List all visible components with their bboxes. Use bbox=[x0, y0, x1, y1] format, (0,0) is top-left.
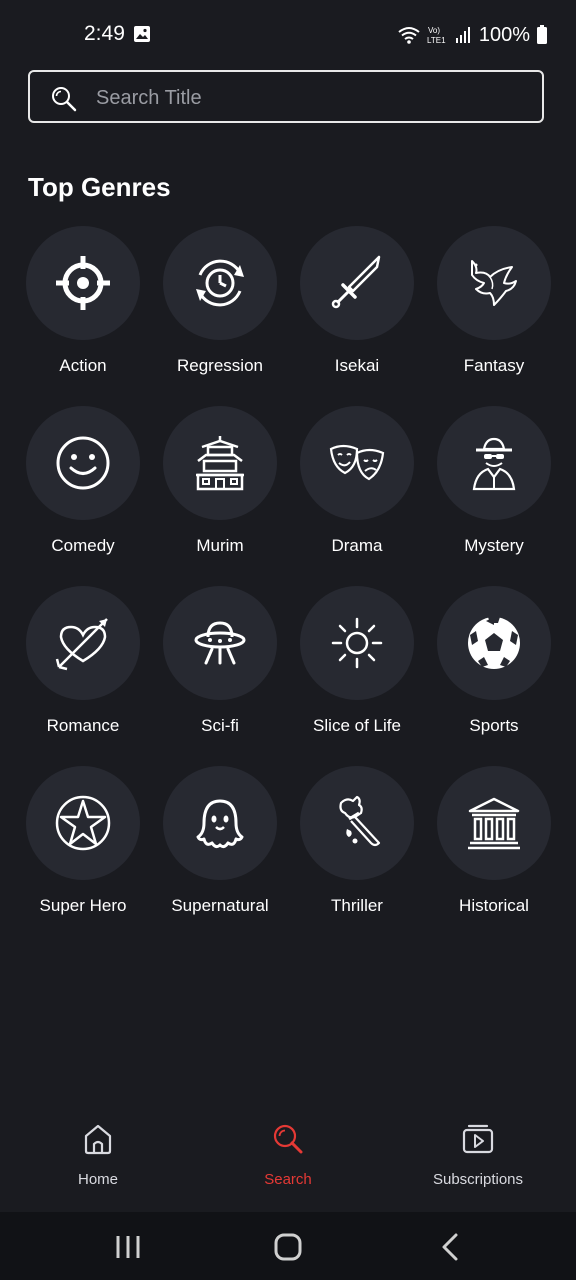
genre-label: Slice of Life bbox=[313, 716, 401, 735]
genre-circle bbox=[300, 226, 414, 340]
genre-thriller[interactable]: Thriller bbox=[287, 764, 427, 944]
nav-home-label: Home bbox=[77, 1171, 118, 1188]
search-icon bbox=[52, 87, 77, 112]
dragon-icon bbox=[471, 260, 517, 306]
genre-supernatural[interactable]: Supernatural bbox=[150, 764, 290, 944]
genre-fantasy[interactable]: Fantasy bbox=[424, 224, 564, 404]
battery-icon bbox=[537, 25, 547, 44]
genre-label: Historical bbox=[459, 896, 529, 915]
genre-label: Super Hero bbox=[39, 896, 127, 915]
genre-label: Mystery bbox=[464, 536, 524, 555]
sun-icon bbox=[331, 617, 383, 669]
genre-isekai[interactable]: Isekai bbox=[287, 224, 427, 404]
genre-comedy[interactable]: Comedy bbox=[13, 404, 153, 584]
genre-circle bbox=[300, 586, 414, 700]
genre-label: Sports bbox=[469, 716, 519, 735]
section-title: Top Genres bbox=[28, 172, 171, 202]
genre-slice-of-life[interactable]: Slice of Life bbox=[287, 584, 427, 764]
lte-icon: Vo) LTE1 bbox=[427, 26, 446, 45]
status-time: 2:49 bbox=[84, 22, 125, 45]
genre-circle bbox=[163, 226, 277, 340]
genre-label: Fantasy bbox=[463, 356, 525, 375]
genre-historical[interactable]: Historical bbox=[424, 764, 564, 944]
gallery-notification-icon bbox=[134, 26, 150, 42]
genre-circle bbox=[163, 406, 277, 520]
heart-arrow-icon bbox=[55, 618, 108, 671]
genre-mystery[interactable]: Mystery bbox=[424, 404, 564, 584]
genre-murim[interactable]: Murim bbox=[150, 404, 290, 584]
battery-percent: 100% bbox=[478, 23, 530, 46]
genre-circle bbox=[26, 586, 140, 700]
genre-action[interactable]: Action bbox=[13, 224, 153, 404]
home-icon bbox=[84, 1124, 112, 1155]
genre-circle bbox=[437, 586, 551, 700]
museum-icon bbox=[468, 797, 520, 850]
genre-romance[interactable]: Romance bbox=[13, 584, 153, 764]
status-bar: 2:49 Vo) LTE1 100% bbox=[0, 0, 576, 70]
genre-super-hero[interactable]: Super Hero bbox=[13, 764, 153, 944]
nav-home[interactable]: Home bbox=[8, 1122, 188, 1212]
status-icons: Vo) LTE1 100% bbox=[397, 22, 548, 48]
search-placeholder: Search Title bbox=[96, 87, 202, 109]
theater-masks-icon bbox=[329, 444, 385, 481]
genre-circle bbox=[26, 226, 140, 340]
signal-icon bbox=[455, 27, 470, 43]
svg-text:Vo): Vo) bbox=[428, 26, 440, 35]
genre-label: Thriller bbox=[331, 896, 383, 915]
genre-circle bbox=[300, 766, 414, 880]
knife-hand-icon bbox=[339, 795, 381, 847]
crosshair-icon bbox=[56, 256, 110, 310]
genre-regression[interactable]: Regression bbox=[150, 224, 290, 404]
ghost-icon bbox=[196, 799, 244, 849]
star-badge-icon bbox=[55, 795, 111, 851]
svg-text:LTE1: LTE1 bbox=[427, 36, 446, 45]
genre-label: Supernatural bbox=[171, 896, 269, 915]
subscriptions-icon bbox=[462, 1124, 494, 1154]
genre-sports[interactable]: Sports bbox=[424, 584, 564, 764]
bottom-nav: Home Search Subscriptions bbox=[0, 1108, 576, 1212]
nav-search[interactable]: Search bbox=[198, 1122, 378, 1212]
genre-circle bbox=[26, 406, 140, 520]
genre-circle bbox=[300, 406, 414, 520]
sword-icon bbox=[331, 255, 381, 309]
genre-circle bbox=[163, 586, 277, 700]
genre-label: Comedy bbox=[51, 536, 115, 555]
genre-scifi[interactable]: Sci-fi bbox=[150, 584, 290, 764]
genre-label: Regression bbox=[177, 356, 263, 375]
genre-circle bbox=[437, 766, 551, 880]
pagoda-icon bbox=[196, 436, 244, 491]
genre-circle bbox=[437, 226, 551, 340]
detective-icon bbox=[472, 437, 516, 491]
genre-label: Murim bbox=[196, 536, 244, 555]
genre-circle bbox=[437, 406, 551, 520]
clock-rewind-icon bbox=[196, 259, 244, 307]
search-input[interactable]: Search Title bbox=[28, 70, 544, 123]
genre-drama[interactable]: Drama bbox=[287, 404, 427, 584]
genre-label: Sci-fi bbox=[201, 716, 239, 735]
genre-circle bbox=[26, 766, 140, 880]
soccer-ball-icon bbox=[468, 617, 520, 669]
wifi-icon bbox=[398, 27, 420, 44]
smiley-icon bbox=[56, 436, 110, 490]
nav-subscriptions-label: Subscriptions bbox=[432, 1171, 524, 1188]
genre-label: Drama bbox=[331, 536, 383, 555]
home-button-icon[interactable] bbox=[268, 1232, 308, 1262]
system-nav-bar bbox=[0, 1212, 576, 1280]
genre-label: Romance bbox=[46, 716, 120, 735]
ufo-icon bbox=[194, 621, 246, 665]
back-icon[interactable] bbox=[430, 1232, 470, 1262]
genre-label: Isekai bbox=[334, 356, 380, 375]
genre-label: Action bbox=[59, 356, 107, 375]
search-nav-icon bbox=[273, 1124, 303, 1154]
recent-apps-icon[interactable] bbox=[108, 1232, 148, 1262]
nav-search-label: Search bbox=[264, 1171, 312, 1188]
genre-circle bbox=[163, 766, 277, 880]
nav-subscriptions[interactable]: Subscriptions bbox=[388, 1122, 568, 1212]
